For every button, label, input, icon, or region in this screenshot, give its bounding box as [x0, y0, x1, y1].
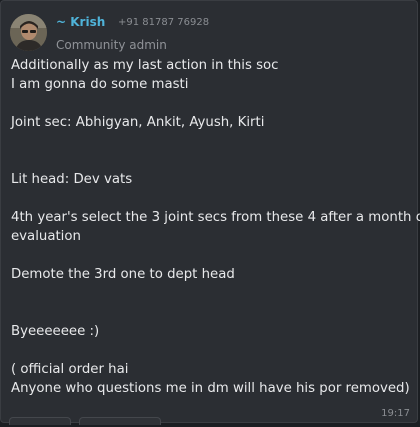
message-line: Additionally as my last action in this s… [11, 58, 279, 73]
avatar-photo [10, 14, 47, 51]
sender-avatar[interactable] [10, 14, 47, 51]
message-bubble[interactable]: ~ Krish +91 81787 76928 Community admin … [0, 0, 420, 425]
sender-role: Community admin [56, 38, 167, 52]
message-line: Byeeeeeee :) [11, 324, 100, 339]
reaction-pill[interactable] [79, 417, 161, 425]
message-line: Lit head: Dev vats [11, 172, 133, 187]
message-line: ( official order hai [11, 362, 129, 377]
sender-name[interactable]: ~ Krish [56, 15, 105, 29]
message-line: I am gonna do some masti [11, 77, 189, 92]
message-line: Joint sec: Abhigyan, Ankit, Ayush, Kirti [11, 115, 265, 130]
message-timestamp: 19:17 [381, 408, 410, 419]
sender-phone: +91 81787 76928 [118, 17, 210, 28]
message-line: 4th year's select the 3 joint secs from … [11, 210, 420, 225]
message-line: Demote the 3rd one to dept head [11, 267, 235, 282]
message-line: evaluation [11, 229, 81, 244]
message-line: Anyone who questions me in dm will have … [11, 381, 410, 396]
reaction-pill[interactable] [9, 417, 71, 425]
